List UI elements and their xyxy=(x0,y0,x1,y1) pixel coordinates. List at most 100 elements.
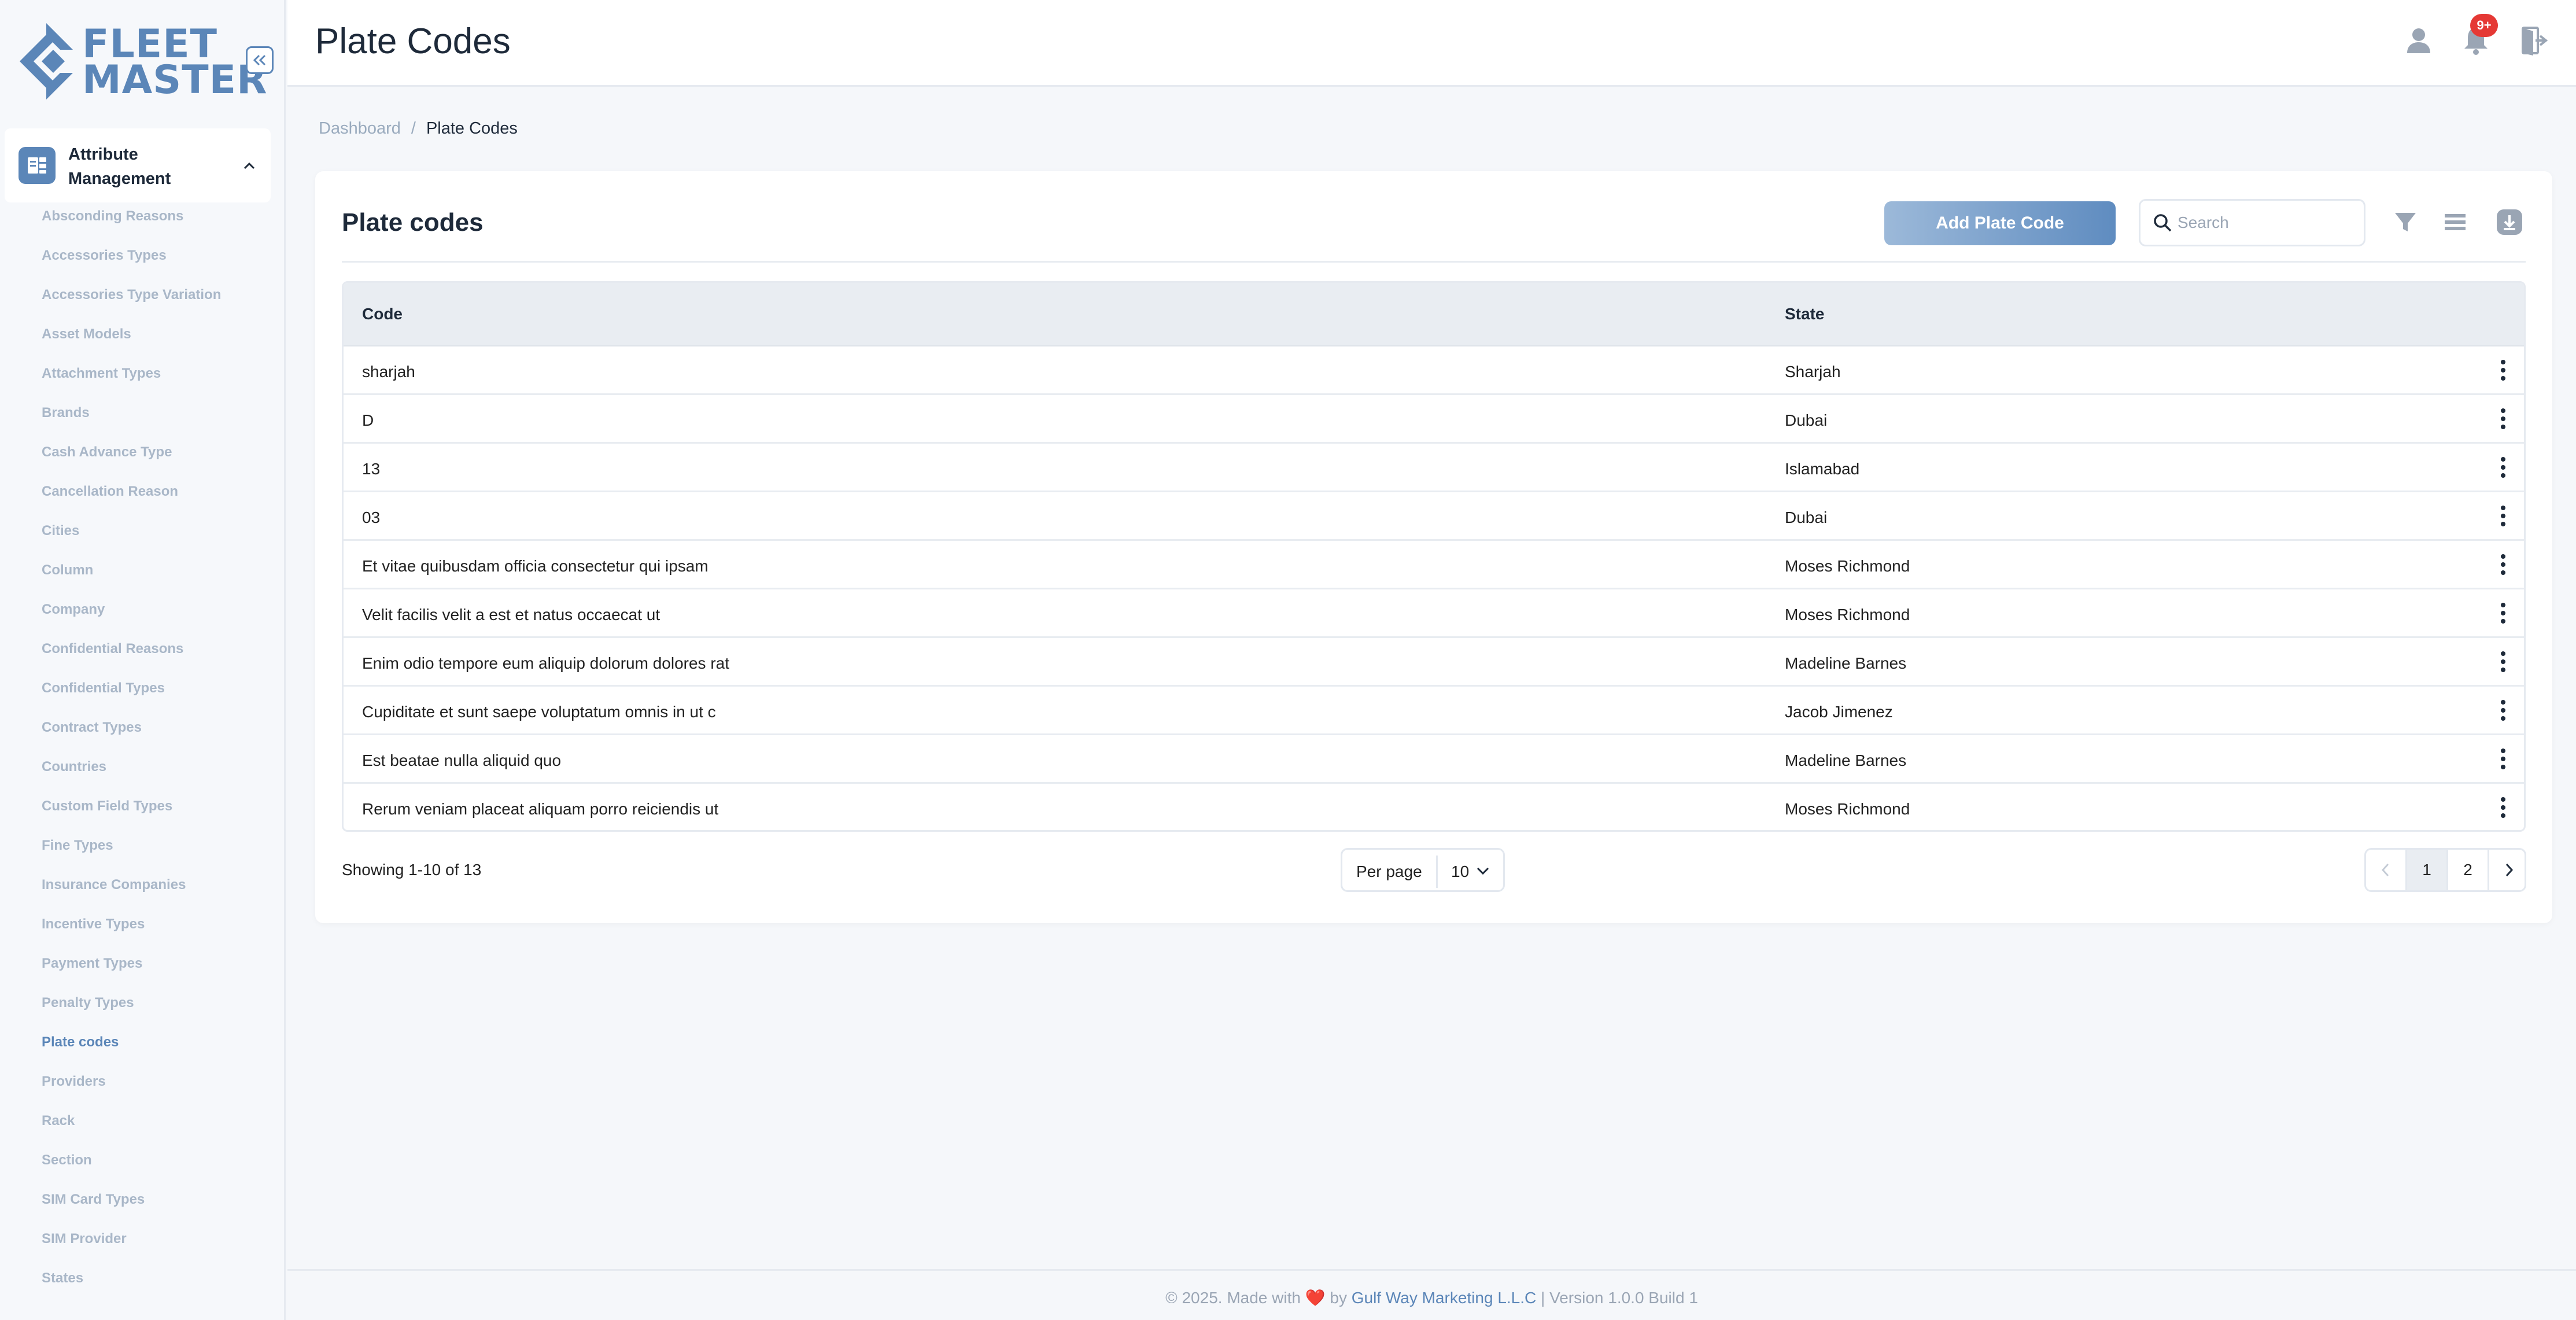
cell-code: 03 xyxy=(362,508,381,526)
filter-icon[interactable] xyxy=(2392,208,2419,236)
notification-badge: 9+ xyxy=(2470,14,2498,37)
sidebar-item-rack[interactable]: Rack xyxy=(42,1113,75,1129)
pagination: 1 2 xyxy=(2364,848,2526,892)
sidebar-item-sim-card-types[interactable]: SIM Card Types xyxy=(42,1192,145,1208)
per-page-value: 10 xyxy=(1451,862,1470,880)
row-actions-kebab-icon[interactable] xyxy=(2497,358,2509,384)
columns-list-icon[interactable] xyxy=(2441,208,2469,236)
sidebar-item-providers[interactable]: Providers xyxy=(42,1074,106,1090)
sidebar-item-company[interactable]: Company xyxy=(42,602,105,618)
showing-count: Showing 1-10 of 13 xyxy=(342,861,482,879)
sidebar-item-column[interactable]: Column xyxy=(42,562,93,578)
table-row[interactable]: Cupiditate et sunt saepe voluptatum omni… xyxy=(344,687,2524,735)
page-2-button[interactable]: 2 xyxy=(2448,850,2488,890)
sidebar-item-attachment-types[interactable]: Attachment Types xyxy=(42,366,161,382)
sidebar: FLEET MASTER Attribute Management Abscon… xyxy=(0,0,286,1320)
row-actions-kebab-icon[interactable] xyxy=(2497,650,2509,675)
breadcrumb-separator: / xyxy=(411,119,416,138)
logo-text: FLEET MASTER xyxy=(82,21,268,103)
page-title: Plate Codes xyxy=(315,21,511,61)
sidebar-item-custom-field-types[interactable]: Custom Field Types xyxy=(42,798,172,814)
attribute-management-icon xyxy=(19,147,56,184)
table-row[interactable]: 03 Dubai xyxy=(344,492,2524,541)
row-actions-kebab-icon[interactable] xyxy=(2497,795,2509,821)
sidebar-section-attribute-management[interactable]: Attribute Management xyxy=(5,128,271,202)
sidebar-item-accessories-type-variation[interactable]: Accessories Type Variation xyxy=(42,287,221,303)
sidebar-item-incentive-types[interactable]: Incentive Types xyxy=(42,916,145,932)
plate-codes-table: Code State sharjah Sharjah D Dubai 13 Islamab… xyxy=(342,281,2526,832)
sidebar-item-cities[interactable]: Cities xyxy=(42,523,79,539)
row-actions-kebab-icon[interactable] xyxy=(2497,747,2509,772)
cell-code: Cupiditate et sunt saepe voluptatum omni… xyxy=(362,703,716,721)
sidebar-item-confidential-reasons[interactable]: Confidential Reasons xyxy=(42,641,183,657)
sidebar-item-cash-advance-type[interactable]: Cash Advance Type xyxy=(42,444,172,460)
sidebar-item-cancellation-reason[interactable]: Cancellation Reason xyxy=(42,484,178,500)
row-actions-kebab-icon[interactable] xyxy=(2497,552,2509,578)
sidebar-item-confidential-types[interactable]: Confidential Types xyxy=(42,680,165,696)
download-icon[interactable] xyxy=(2496,208,2523,236)
search-icon xyxy=(2154,214,2172,232)
sidebar-item-section[interactable]: Section xyxy=(42,1152,92,1168)
sidebar-item-asset-models[interactable]: Asset Models xyxy=(42,326,131,342)
top-header: Plate Codes xyxy=(287,0,2576,87)
sidebar-item-fine-types[interactable]: Fine Types xyxy=(42,838,113,854)
collapse-sidebar-button[interactable] xyxy=(246,46,274,74)
row-actions-kebab-icon[interactable] xyxy=(2497,698,2509,724)
sidebar-item-absconding-reasons[interactable]: Absconding Reasons xyxy=(42,208,183,224)
logo[interactable]: FLEET MASTER xyxy=(19,22,267,101)
logout-icon[interactable] xyxy=(2517,23,2552,58)
cell-code: sharjah xyxy=(362,363,415,381)
sidebar-item-accessories-types[interactable]: Accessories Types xyxy=(42,248,167,264)
sidebar-item-plate-codes[interactable]: Plate codes xyxy=(42,1034,119,1050)
per-page-select[interactable]: Per page 10 xyxy=(1341,848,1505,892)
cell-state: Dubai xyxy=(1785,411,1828,429)
sidebar-item-insurance-companies[interactable]: Insurance Companies xyxy=(42,877,186,893)
cell-state: Madeline Barnes xyxy=(1785,751,1907,769)
table-row[interactable]: Velit facilis velit a est et natus occae… xyxy=(344,589,2524,638)
row-actions-kebab-icon[interactable] xyxy=(2497,601,2509,626)
footer-company-link[interactable]: Gulf Way Marketing L.L.C xyxy=(1352,1289,1537,1307)
next-page-button[interactable] xyxy=(2489,850,2525,890)
search-box[interactable] xyxy=(2139,199,2365,246)
chevron-up-icon[interactable] xyxy=(241,157,258,175)
card-title: Plate codes xyxy=(342,208,484,237)
sidebar-item-countries[interactable]: Countries xyxy=(42,759,106,775)
row-actions-kebab-icon[interactable] xyxy=(2497,504,2509,529)
page-1-button[interactable]: 1 xyxy=(2407,850,2446,890)
per-page-label: Per page xyxy=(1356,862,1422,880)
sidebar-item-contract-types[interactable]: Contract Types xyxy=(42,720,142,736)
table-row[interactable]: Est beatae nulla aliquid quo Madeline Bar… xyxy=(344,735,2524,784)
cell-code: Est beatae nulla aliquid quo xyxy=(362,751,562,769)
sidebar-item-brands[interactable]: Brands xyxy=(42,405,90,421)
breadcrumb-dashboard-link[interactable]: Dashboard xyxy=(319,119,401,138)
cell-code: D xyxy=(362,411,374,429)
footer: © 2025. Made with ❤️ by Gulf Way Marketi… xyxy=(287,1269,2576,1320)
sidebar-item-penalty-types[interactable]: Penalty Types xyxy=(42,995,134,1011)
table-row[interactable]: Et vitae quibusdam officia consectetur q… xyxy=(344,541,2524,589)
add-plate-code-button[interactable]: Add Plate Code xyxy=(1884,201,2116,245)
row-actions-kebab-icon[interactable] xyxy=(2497,455,2509,481)
table-row[interactable]: D Dubai xyxy=(344,395,2524,444)
table-row[interactable]: 13 Islamabad xyxy=(344,444,2524,492)
table-row[interactable]: Rerum veniam placeat aliquam porro reici… xyxy=(344,784,2524,830)
cell-code: Et vitae quibusdam officia consectetur q… xyxy=(362,557,708,575)
logo-mark-icon xyxy=(20,23,73,99)
sidebar-item-payment-types[interactable]: Payment Types xyxy=(42,956,142,972)
column-header-code[interactable]: Code xyxy=(362,305,403,323)
prev-page-button[interactable] xyxy=(2366,850,2405,890)
footer-version: | Version 1.0.0 Build 1 xyxy=(1541,1289,1698,1307)
double-chevron-left-icon xyxy=(253,54,266,66)
cell-state: Islamabad xyxy=(1785,460,1860,478)
search-input[interactable] xyxy=(2178,209,2357,237)
column-header-state[interactable]: State xyxy=(1785,305,1824,323)
sidebar-item-sim-provider[interactable]: SIM Provider xyxy=(42,1231,127,1247)
table-row[interactable]: sharjah Sharjah xyxy=(344,346,2524,395)
cell-state: Moses Richmond xyxy=(1785,557,1910,575)
user-icon[interactable] xyxy=(2401,23,2436,58)
table-header: Code State xyxy=(344,283,2524,346)
row-actions-kebab-icon[interactable] xyxy=(2497,407,2509,432)
cell-code: 13 xyxy=(362,460,381,478)
sidebar-item-states[interactable]: States xyxy=(42,1270,83,1286)
table-row[interactable]: Enim odio tempore eum aliquip dolorum do… xyxy=(344,638,2524,687)
footer-by: by xyxy=(1330,1289,1347,1307)
